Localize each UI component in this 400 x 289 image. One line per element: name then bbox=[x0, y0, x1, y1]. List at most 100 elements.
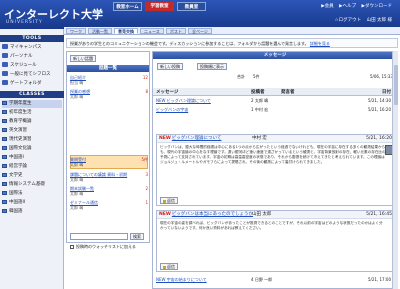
class-item[interactable]: 学期年度生 bbox=[2, 100, 62, 108]
new-topic-button[interactable]: 新しい話題 bbox=[70, 55, 96, 62]
class-item[interactable]: 情報システム基礎 bbox=[2, 181, 62, 189]
sidebar-item-gate-folder[interactable]: ゲートフォルダ bbox=[2, 80, 62, 88]
class-icon bbox=[2, 101, 7, 105]
message-post: NEWビッグバン理論について 中村 宏 5/21, 16:20 ビッグバンは、膨… bbox=[156, 134, 396, 206]
table-row[interactable]: NEW ビッグバン理論について 2 太郎 嶋 5/21, 14:30 bbox=[153, 97, 397, 105]
post-title[interactable]: ビッグバン理論について bbox=[172, 136, 222, 141]
post-body: ビッグバンは、膨大な時間的経緯は中心にある1つの点から広がったという経過でないけ… bbox=[160, 145, 386, 164]
subtab-all-pages[interactable]: 全ページ bbox=[188, 28, 212, 34]
row-subject[interactable]: NEW 宇宙の始まりについて bbox=[156, 276, 207, 284]
class-item[interactable]: 現代史演習 bbox=[2, 136, 62, 144]
post-title[interactable]: ビッグバンは本当にあったのでしょうか bbox=[172, 212, 253, 217]
class-icon bbox=[2, 182, 7, 186]
row-subject[interactable]: NEW ビッグバン理論について bbox=[156, 97, 211, 105]
tab-classroom-home[interactable]: 教室ホーム bbox=[113, 2, 142, 11]
post-date: 5/21, 16:20 bbox=[366, 136, 392, 141]
class-item[interactable]: 中国語II bbox=[2, 199, 62, 207]
class-item[interactable]: 教育学概論 bbox=[2, 118, 62, 126]
topic-item-author: 太郎 嶋 bbox=[70, 177, 84, 182]
reply-button[interactable]: 返信 bbox=[160, 263, 178, 270]
topic-item-author: 太郎 嶋 bbox=[70, 162, 84, 167]
header-link-member[interactable]: ▶会員 bbox=[321, 4, 333, 9]
class-item[interactable]: 英文演習 bbox=[2, 127, 62, 135]
campus-icon bbox=[2, 44, 8, 49]
message-table-header: メッセージ 投稿者 発言者 日付 bbox=[153, 88, 397, 96]
message-panel-title: メッセージ bbox=[153, 52, 397, 59]
logout-link[interactable]: ☆ログアウト bbox=[335, 18, 362, 23]
class-icon bbox=[2, 200, 7, 204]
topic-list-title: 話題一覧 bbox=[67, 65, 149, 72]
topic-item-author: 太郎 嶋 bbox=[70, 94, 84, 99]
sort-order-button[interactable]: 投稿順に表示 bbox=[197, 63, 227, 70]
watchlist-checkbox[interactable] bbox=[70, 245, 74, 249]
subtab-discussion[interactable]: 意見交換 bbox=[114, 28, 138, 34]
post-author: 中村 宏 bbox=[252, 136, 267, 141]
people-icon bbox=[2, 71, 8, 76]
message-post: NEWビッグバンは本当にあったのでしょうか 山田 太郎 5/21, 16:45 … bbox=[156, 210, 396, 272]
folder-icon bbox=[2, 80, 8, 85]
col-date: 日付 bbox=[382, 90, 391, 95]
summary-date: 5/06, 15:33 bbox=[369, 74, 393, 79]
vertical-scrollbar[interactable] bbox=[392, 51, 398, 289]
header-link-download[interactable]: ▶ダウンロード bbox=[362, 4, 392, 9]
post-header: NEWビッグバン理論について 中村 宏 5/21, 16:20 bbox=[157, 135, 395, 143]
class-icon bbox=[2, 146, 7, 150]
new-post-button[interactable]: 新しい投稿 bbox=[157, 63, 183, 70]
class-item[interactable]: 国際文化論 bbox=[2, 145, 62, 153]
table-row[interactable]: ビッグバンの宇宙 1 中村 宏 5/21, 16:20 bbox=[153, 106, 397, 114]
header-link-help[interactable]: ▶ヘルプ bbox=[339, 4, 356, 9]
user-name: 山田 太郎 様 bbox=[366, 18, 392, 23]
subtab-news[interactable]: ニュース bbox=[140, 28, 164, 34]
class-icon bbox=[2, 137, 7, 141]
topic-search-input[interactable] bbox=[70, 233, 128, 240]
table-row[interactable]: NEW 宇宙の始まりについて 4 日野 一郎 5/21, 17:00 bbox=[153, 276, 397, 284]
subtab-post[interactable]: ポスト bbox=[166, 28, 186, 34]
topic-item-author: 担当 嶋 bbox=[70, 80, 84, 85]
class-icon bbox=[2, 164, 7, 168]
post-body: 現在の宇宙の姿を調べれば、ビッグバンがあったことが推測できるとのことですが、それ… bbox=[160, 221, 383, 230]
scrollbar-thumb[interactable] bbox=[394, 65, 398, 105]
tab-learning-room[interactable]: 学習教室 bbox=[145, 2, 174, 11]
pencil-icon bbox=[163, 265, 166, 269]
class-item[interactable]: 初年度生活 bbox=[2, 109, 62, 117]
post-date: 5/21, 16:45 bbox=[366, 212, 392, 217]
app-header: インターレクト大学 UNIVERSITY 教室ホーム 学習教室 教員室 ▶会員 … bbox=[0, 0, 400, 29]
sidebar-item-schedule[interactable]: スケジュール bbox=[2, 62, 62, 70]
class-item[interactable]: 国際法 bbox=[2, 190, 62, 198]
row-date: 5/21, 17:00 bbox=[367, 277, 391, 282]
forum-description: 授業がありの学生とのコミュニケーションの機会です。ディスカッションに参加すること… bbox=[66, 38, 398, 48]
summary-total: 5件 bbox=[253, 74, 260, 79]
subtab-activity[interactable]: 活動一覧 bbox=[88, 28, 112, 34]
description-link[interactable]: 詳細を見る bbox=[310, 41, 330, 46]
reply-button[interactable]: 返信 bbox=[160, 197, 178, 204]
sidebar-item-personal[interactable]: パーソナル bbox=[2, 53, 62, 61]
row-subject[interactable]: ビッグバンの宇宙 bbox=[156, 106, 188, 114]
sub-navigation: ワーク 活動一覧 意見交換 ニュース ポスト 全ページ bbox=[64, 27, 400, 35]
class-item[interactable]: 経営学論 bbox=[2, 163, 62, 171]
subtab-work[interactable]: ワーク bbox=[66, 28, 86, 34]
topic-item-author: 太郎 嶋 bbox=[70, 205, 84, 210]
new-badge: NEW bbox=[159, 136, 171, 141]
topic-search-button[interactable]: 検索 bbox=[130, 233, 144, 240]
description-text: 授業がありの学生とのコミュニケーションの機会です。ディスカッションに参加すること… bbox=[70, 41, 309, 46]
new-badge: NEW bbox=[159, 212, 171, 217]
sidebar-item-general[interactable]: 一般に見てシフロス bbox=[2, 71, 62, 79]
topic-list-panel: 新しい話題 話題一覧 自己紹介 12 担当 嶋 授業の感想 8 太郎 嶋 質問受付 5… bbox=[66, 51, 150, 249]
header-links: ▶会員 ▶ヘルプ ▶ダウンロード bbox=[317, 3, 392, 9]
class-item[interactable]: 中国語I bbox=[2, 154, 62, 162]
summary-label: 合計 bbox=[237, 74, 245, 79]
pencil-icon bbox=[163, 199, 166, 203]
class-item[interactable]: 文学史 bbox=[2, 172, 62, 180]
class-icon bbox=[2, 119, 7, 123]
row-date: 5/21, 16:20 bbox=[367, 107, 391, 112]
post-author: 山田 太郎 bbox=[252, 212, 272, 217]
class-icon bbox=[2, 110, 7, 114]
sidebar-item-my-campus[interactable]: マイキャンパス bbox=[2, 44, 62, 52]
topic-item-author: 太郎 嶋 bbox=[70, 191, 84, 196]
class-item[interactable]: 韓国語 bbox=[2, 208, 62, 216]
col-speaker: 発言者 bbox=[281, 90, 295, 95]
class-icon bbox=[2, 191, 7, 195]
message-panel: メッセージ 新しい投稿 投稿順に表示 合計 5件 5/06, 15:33 メッセ… bbox=[152, 51, 398, 289]
tab-teacher-room[interactable]: 教員室 bbox=[177, 2, 206, 11]
watchlist-checkbox-row[interactable]: 投稿時のウォッチリストに加える bbox=[70, 244, 136, 250]
